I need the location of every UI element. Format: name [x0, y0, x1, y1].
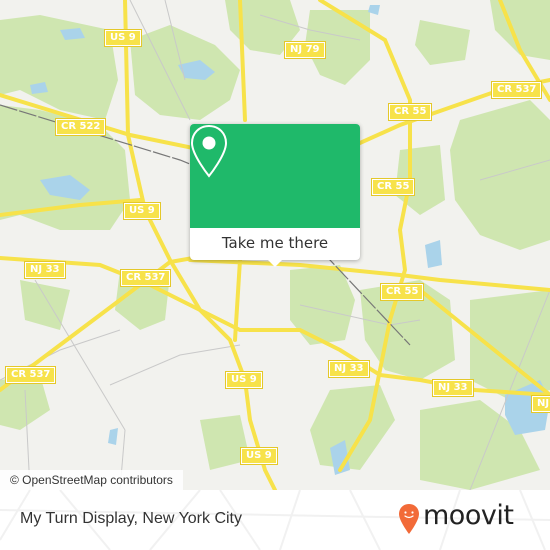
moovit-logo[interactable]: moovit	[398, 500, 514, 535]
map-attribution[interactable]: © OpenStreetMap contributors	[0, 470, 183, 490]
map[interactable]: US 9 NJ 79 CR 537 CR 522 CR 55 CR 55 US …	[0, 0, 550, 490]
road-label: US 9	[226, 372, 262, 388]
road-label: CR 537	[6, 367, 56, 383]
road-label: NJ 33	[25, 262, 65, 278]
road-label: NJ	[532, 396, 550, 412]
road-label: US 9	[124, 203, 160, 219]
map-pin-icon	[190, 124, 228, 178]
road-label: CR 55	[381, 284, 424, 300]
brand-name: moovit	[423, 500, 514, 531]
road-label: US 9	[241, 448, 277, 464]
popup-header	[190, 124, 360, 228]
road-label: US 9	[105, 30, 141, 46]
road-label: CR 55	[372, 179, 415, 195]
popup-tail	[267, 259, 283, 267]
road-label: CR 55	[389, 104, 432, 120]
road-label: CR 537	[492, 82, 542, 98]
road-label: CR 537	[121, 270, 171, 286]
place-title: My Turn Display, New York City	[20, 510, 242, 527]
road-label: NJ 79	[285, 42, 325, 58]
road-label: CR 522	[56, 119, 106, 135]
road-label: NJ 33	[433, 380, 473, 396]
road-label: NJ 33	[329, 361, 369, 377]
footer: My Turn Display, New York City moovit	[0, 490, 550, 550]
take-me-there-button[interactable]: Take me there	[190, 228, 360, 260]
moovit-pin-icon	[399, 504, 419, 534]
location-popup: Take me there	[190, 124, 360, 267]
